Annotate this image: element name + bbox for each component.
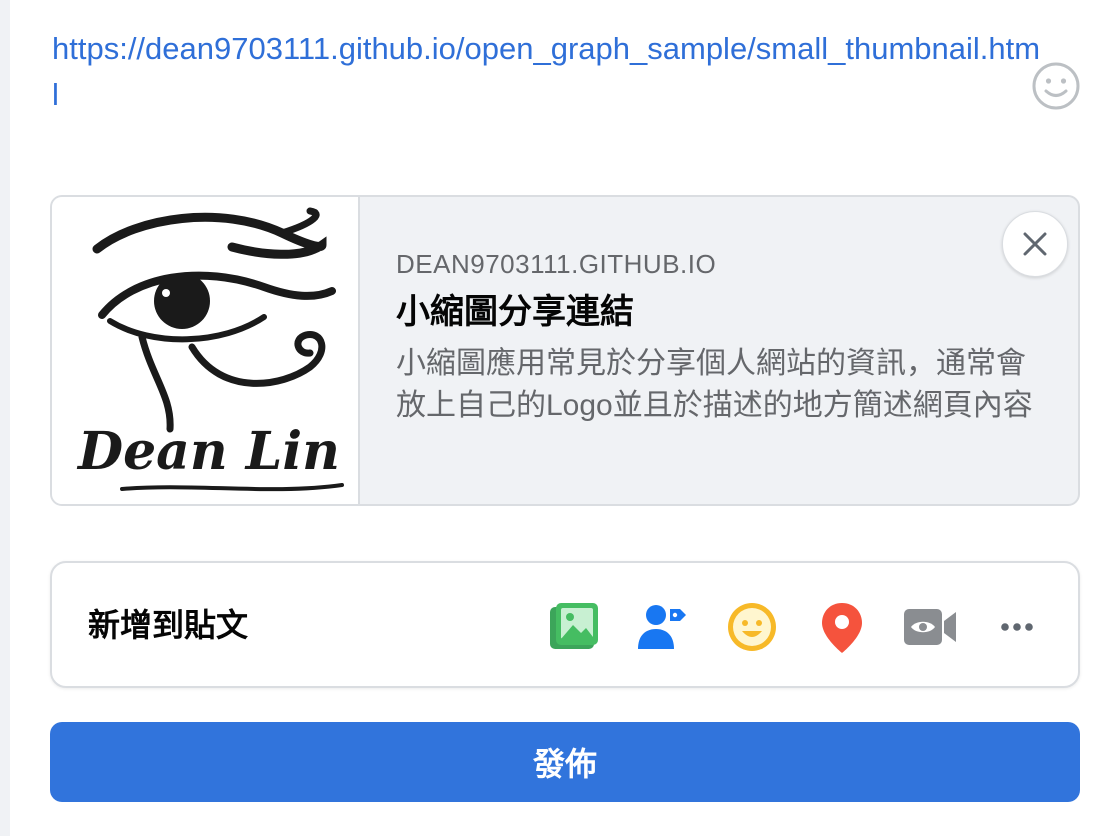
preview-text-block: DEAN9703111.GITHUB.IO 小縮圖分享連結 小縮圖應用常見於分享… bbox=[396, 249, 1036, 427]
smiley-icon[interactable] bbox=[1030, 60, 1082, 112]
preview-title: 小縮圖分享連結 bbox=[396, 293, 634, 331]
post-text-input[interactable]: https://dean9703111.github.io/open_graph… bbox=[52, 26, 1042, 118]
link-preview-card[interactable]: Dean Lin DEAN9703111.GITHUB.IO 小縮圖分享連結 小… bbox=[50, 195, 1080, 506]
live-video-icon[interactable] bbox=[902, 599, 958, 655]
thumbnail-logo: Dean Lin bbox=[52, 197, 360, 504]
more-icon[interactable] bbox=[989, 599, 1045, 655]
photo-icon[interactable] bbox=[546, 599, 602, 655]
background-strip bbox=[0, 0, 10, 836]
add-to-post-bar: 新增到貼文 bbox=[50, 561, 1080, 688]
post-button[interactable]: 發佈 bbox=[50, 722, 1080, 802]
tag-people-icon[interactable] bbox=[634, 599, 690, 655]
post-composer: https://dean9703111.github.io/open_graph… bbox=[10, 0, 1104, 836]
feeling-icon[interactable] bbox=[724, 599, 780, 655]
preview-domain: DEAN9703111.GITHUB.IO bbox=[396, 249, 717, 279]
location-pin-icon[interactable] bbox=[814, 599, 870, 655]
add-to-post-label: 新增到貼文 bbox=[88, 607, 249, 643]
close-icon bbox=[1023, 232, 1047, 256]
thumbnail-signature: Dean Lin bbox=[76, 421, 340, 482]
preview-description: 小縮圖應用常見於分享個人網站的資訊，通常會放上自己的Logo並且於描述的地方簡述… bbox=[396, 347, 1033, 422]
close-preview-button[interactable] bbox=[1002, 211, 1068, 277]
